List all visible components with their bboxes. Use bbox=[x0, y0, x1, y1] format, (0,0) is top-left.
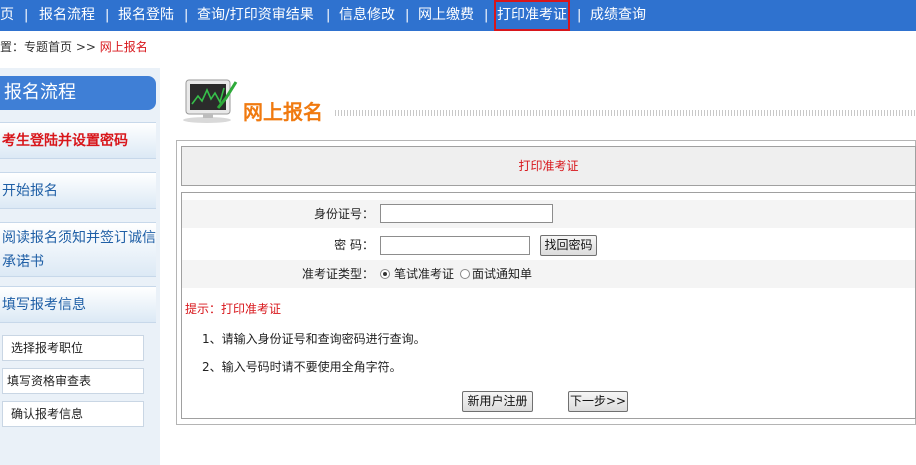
title-divider bbox=[335, 110, 916, 116]
nav-separator: | bbox=[577, 8, 582, 23]
note-1: 1、请输入身份证号和查询密码进行查询。 bbox=[202, 332, 426, 346]
interview-label: 面试通知单 bbox=[472, 267, 533, 281]
nav-online-payment[interactable]: 网上缴费 bbox=[418, 0, 474, 31]
nav-query-print-results[interactable]: 查询/打印资审结果 bbox=[197, 0, 314, 31]
next-button[interactable]: 下一步>> bbox=[568, 391, 628, 412]
breadcrumb: 置：专题首页 >> 网上报名 bbox=[0, 36, 148, 58]
nav-separator: | bbox=[405, 8, 410, 23]
nav-score-query[interactable]: 成绩查询 bbox=[590, 0, 646, 31]
written-exam-radio[interactable] bbox=[380, 269, 390, 279]
password-input[interactable] bbox=[380, 236, 530, 255]
nav-info-modify[interactable]: 信息修改 bbox=[339, 0, 395, 31]
password-row: 密 码： 找回密码 bbox=[182, 231, 915, 259]
interview-radio[interactable] bbox=[460, 269, 470, 279]
sidebar-title: 报名流程 bbox=[0, 76, 156, 110]
nav-separator: | bbox=[484, 8, 489, 23]
sidebar-subitem-confirm-info[interactable]: 确认报考信息 bbox=[2, 401, 144, 427]
nav-separator: | bbox=[105, 8, 110, 23]
nav-registration-process[interactable]: 报名流程 bbox=[39, 0, 95, 31]
nav-separator: | bbox=[24, 8, 29, 23]
id-number-input[interactable] bbox=[380, 204, 553, 223]
computer-monitor-icon bbox=[183, 79, 238, 123]
written-exam-label: 笔试准考证 bbox=[394, 267, 455, 281]
sidebar-subitem-select-position[interactable]: 选择报考职位 bbox=[2, 335, 144, 361]
sidebar-item-start[interactable]: 开始报名 bbox=[0, 172, 156, 209]
sidebar-subitem-qualification-form[interactable]: 填写资格审查表 bbox=[2, 368, 144, 394]
id-label: 身份证号： bbox=[313, 207, 374, 221]
nav-home[interactable]: 页 bbox=[0, 0, 14, 31]
breadcrumb-prefix[interactable]: 置：专题首页 >> bbox=[0, 40, 100, 54]
register-button[interactable]: 新用户注册 bbox=[462, 391, 533, 412]
top-nav: 页 | 报名流程 | 报名登陆 | 查询/打印资审结果 | 信息修改 | 网上缴… bbox=[0, 0, 916, 31]
nav-separator: | bbox=[326, 8, 331, 23]
type-row: 准考证类型： 笔试准考证 面试通知单 bbox=[182, 260, 915, 288]
breadcrumb-current: 网上报名 bbox=[99, 40, 148, 54]
recover-password-button[interactable]: 找回密码 bbox=[540, 235, 597, 256]
nav-separator: | bbox=[184, 8, 189, 23]
sidebar-item-login[interactable]: 考生登陆并设置密码 bbox=[0, 122, 156, 159]
sidebar-item-fill-info[interactable]: 填写报考信息 bbox=[0, 286, 156, 323]
section-title: 打印准考证 bbox=[181, 146, 916, 186]
sidebar: 报名流程 考生登陆并设置密码 开始报名 阅读报名须知并签订诚信承诺书 填写报考信… bbox=[0, 68, 160, 465]
password-label: 密 码： bbox=[334, 238, 374, 252]
page-title: 网上报名 bbox=[243, 100, 323, 124]
note-2: 2、输入号码时请不要使用全角字符。 bbox=[202, 360, 402, 374]
sidebar-item-read-notice[interactable]: 阅读报名须知并签订诚信承诺书 bbox=[0, 222, 156, 277]
nav-print-admission-ticket[interactable]: 打印准考证 bbox=[494, 0, 570, 31]
type-label: 准考证类型： bbox=[301, 267, 374, 281]
id-row: 身份证号： bbox=[182, 200, 915, 228]
nav-registration-login[interactable]: 报名登陆 bbox=[118, 0, 174, 31]
tip-text: 提示：打印准考证 bbox=[185, 302, 282, 316]
